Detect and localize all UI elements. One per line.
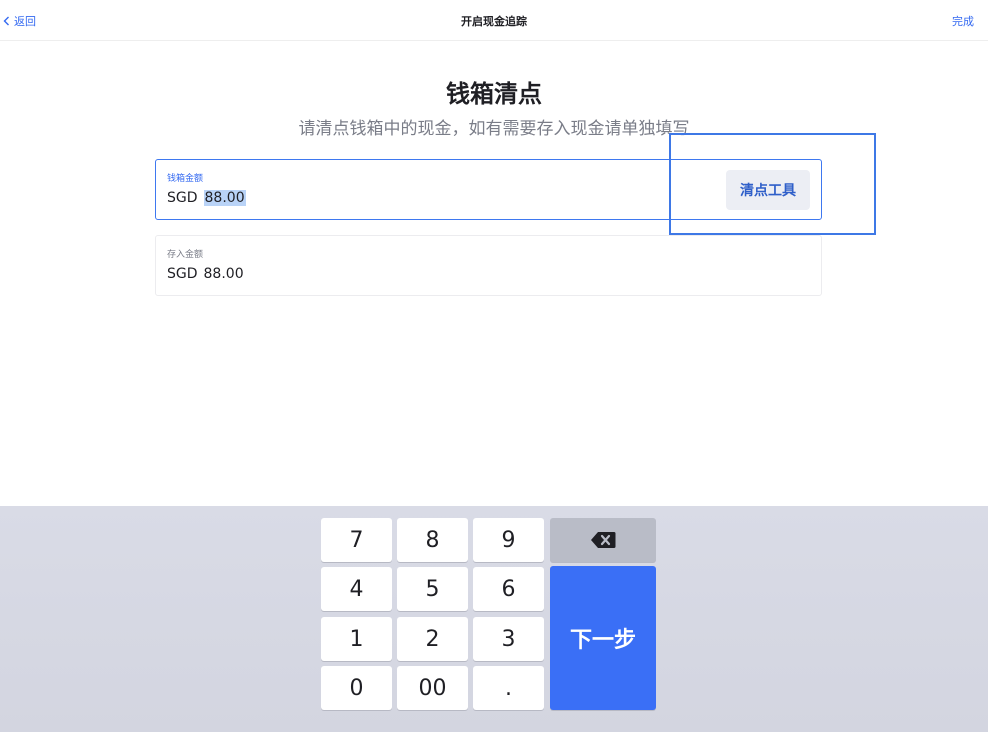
- delete-key[interactable]: [550, 518, 656, 562]
- key-1[interactable]: 1: [321, 617, 392, 661]
- navigation-bar: 返回 开启现金追踪 完成: [0, 0, 988, 41]
- key-3[interactable]: 3: [473, 617, 544, 661]
- key-6[interactable]: 6: [473, 567, 544, 611]
- key-5[interactable]: 5: [397, 567, 468, 611]
- section-heading: 钱箱清点: [446, 80, 542, 108]
- key-2[interactable]: 2: [397, 617, 468, 661]
- deposit-amount-label: 存入金额: [167, 250, 204, 260]
- drawer-amount-text: 88.00: [203, 190, 246, 206]
- key-4[interactable]: 4: [321, 567, 392, 611]
- deposit-amount-field[interactable]: 存入金额 SGD 88.00: [155, 235, 822, 296]
- key-decimal[interactable]: .: [473, 666, 544, 710]
- done-button[interactable]: 完成: [952, 13, 974, 29]
- next-step-button[interactable]: 下一步: [550, 566, 656, 710]
- deposit-amount-text: 88.00: [203, 266, 244, 282]
- drawer-amount-value[interactable]: SGD 88.00: [167, 190, 246, 206]
- key-9[interactable]: 9: [473, 518, 544, 562]
- deposit-amount-value[interactable]: SGD 88.00: [167, 266, 244, 282]
- key-7[interactable]: 7: [321, 518, 392, 562]
- drawer-amount-label: 钱箱金额: [167, 174, 204, 184]
- key-8[interactable]: 8: [397, 518, 468, 562]
- backspace-icon: [591, 532, 616, 548]
- key-0[interactable]: 0: [321, 666, 392, 710]
- deposit-currency: SGD: [167, 266, 198, 282]
- key-00[interactable]: 00: [397, 666, 468, 710]
- counting-tool-button[interactable]: 清点工具: [726, 170, 810, 210]
- page-title: 开启现金追踪: [461, 15, 527, 28]
- section-subheading: 请清点钱箱中的现金，如有需要存入现金请单独填写: [298, 119, 690, 139]
- drawer-currency: SGD: [167, 190, 198, 206]
- drawer-amount-field[interactable]: 钱箱金额 SGD 88.00 清点工具: [155, 159, 822, 220]
- numeric-keypad: 7 8 9 4 5 6 下一步 1 2 3 0 00 .: [0, 506, 988, 732]
